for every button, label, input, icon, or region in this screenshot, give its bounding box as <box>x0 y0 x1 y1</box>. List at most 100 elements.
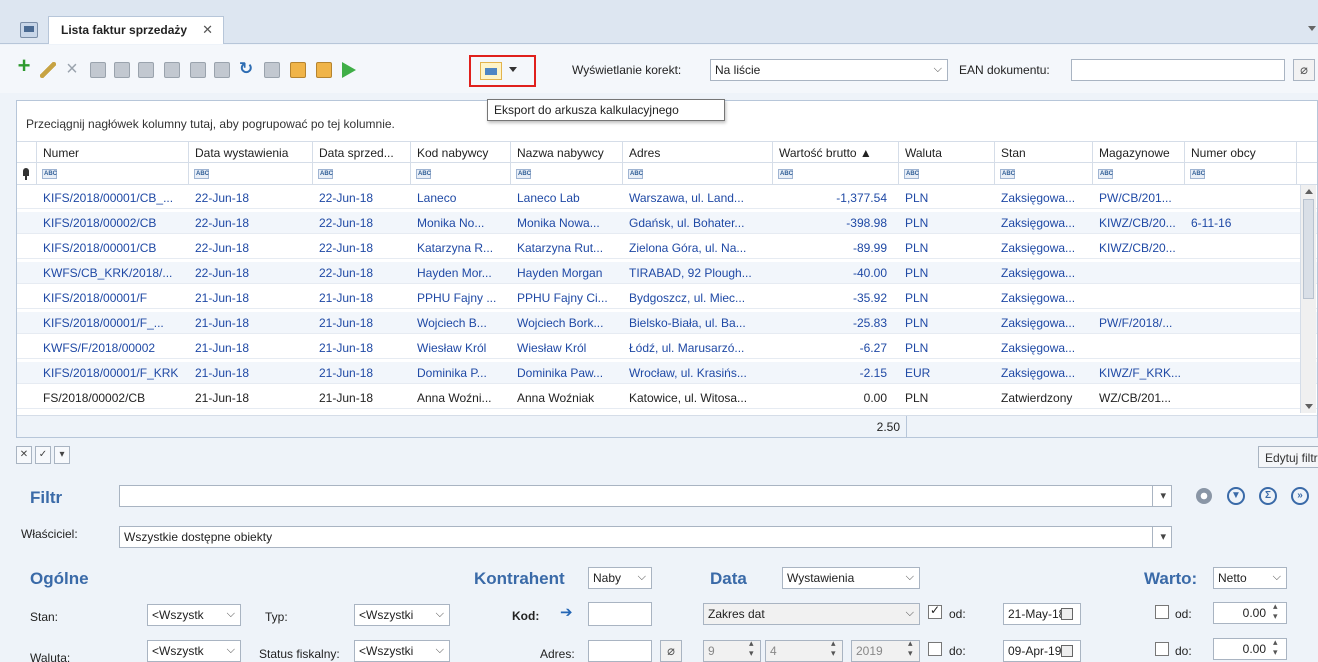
currency-select[interactable]: <Wszystk ⌵ <box>147 640 241 662</box>
address-input[interactable] <box>588 640 652 662</box>
code-input[interactable] <box>588 602 652 626</box>
delete-icon[interactable]: × <box>64 59 80 79</box>
generate-icon[interactable] <box>114 62 130 78</box>
table-cell: 22-Jun-18 <box>319 266 374 280</box>
clear-filter-icon[interactable]: ✕ <box>16 446 32 464</box>
settings-gear-icon[interactable] <box>1196 488 1212 504</box>
table-cell: KWFS/F/2018/00002 <box>43 341 156 355</box>
window-menu-icon[interactable] <box>20 22 38 38</box>
filter-cell-number[interactable]: ABC <box>37 163 189 185</box>
filter-cell-warehouse[interactable]: ABC <box>1093 163 1185 185</box>
refresh-icon[interactable]: ↻ <box>238 60 254 77</box>
type-select[interactable]: <Wszystki ⌵ <box>354 604 450 626</box>
filter-expression-dropdown[interactable]: ▾ <box>1152 485 1172 507</box>
column-header-buyer-name[interactable]: Nazwa nabywcy <box>511 142 623 163</box>
column-header-buyer-code[interactable]: Kod nabywcy <box>411 142 511 163</box>
copy-icon[interactable] <box>90 62 106 78</box>
edit-filter-button[interactable]: Edytuj filtr <box>1258 446 1318 468</box>
column-header-address[interactable]: Adres <box>623 142 773 163</box>
month-spin[interactable] <box>746 638 760 660</box>
table-row[interactable]: KIFS/2018/00001/CB_... 22-Jun-18 22-Jun-18… <box>17 187 1317 209</box>
grid-scrollbar[interactable] <box>1300 185 1316 413</box>
contractor-type-select[interactable]: Naby ⌵ <box>588 567 652 589</box>
table-row[interactable]: KIFS/2018/00001/CB 22-Jun-18 22-Jun-18 Kata… <box>17 237 1317 259</box>
fiscal-status-select[interactable]: <Wszystki ⌵ <box>354 640 450 662</box>
corrections-select[interactable]: Na liście ⌵ <box>710 59 948 81</box>
expand-icon[interactable]: » <box>1291 487 1309 505</box>
table-row[interactable]: KWFS/CB_KRK/2018/... 22-Jun-18 22-Jun-18 Ha… <box>17 262 1317 284</box>
filter-cell-sale-date[interactable]: ABC <box>313 163 411 185</box>
link-icon[interactable] <box>264 62 280 78</box>
list-icon[interactable] <box>214 62 230 78</box>
tab-sales-invoices[interactable]: Lista faktur sprzedaży ✕ <box>48 16 224 44</box>
cancel-doc-icon[interactable] <box>164 62 180 78</box>
scroll-down-icon[interactable] <box>1305 404 1313 409</box>
year-spin[interactable] <box>905 638 919 660</box>
amount-from-checkbox[interactable] <box>1155 605 1169 619</box>
column-header-warehouse[interactable]: Magazynowe <box>1093 142 1185 163</box>
edit-icon[interactable] <box>40 62 56 78</box>
summary-row: 2.50 <box>17 415 1317 438</box>
filter-cell-external-number[interactable]: ABC <box>1185 163 1297 185</box>
close-icon[interactable]: ✕ <box>202 22 213 38</box>
filter-cell-buyer-code[interactable]: ABC <box>411 163 511 185</box>
column-header-currency[interactable]: Waluta <box>899 142 995 163</box>
chevron-down-icon[interactable] <box>509 67 517 72</box>
column-header-status[interactable]: Stan <box>995 142 1093 163</box>
owner-dropdown[interactable]: ▾ <box>1152 526 1172 548</box>
ean-input[interactable] <box>1071 59 1285 81</box>
spreadsheet-export-icon[interactable] <box>480 62 502 80</box>
amount-to-spin[interactable] <box>1270 637 1284 659</box>
date-from-checkbox[interactable] <box>928 603 942 619</box>
table-row[interactable]: KIFS/2018/00001/F 21-Jun-18 21-Jun-18 PPHU … <box>17 287 1317 309</box>
date-to-checkbox[interactable] <box>928 642 942 656</box>
filter-cell-currency[interactable]: ABC <box>899 163 995 185</box>
filter-cell-issue-date[interactable]: ABC <box>189 163 313 185</box>
clear-ean-button[interactable]: ⌀ <box>1293 59 1315 81</box>
status-select[interactable]: <Wszystk ⌵ <box>147 604 241 626</box>
calendar-icon[interactable] <box>1061 645 1073 657</box>
table-cell: 21-Jun-18 <box>319 291 374 305</box>
table-row[interactable]: KIFS/2018/00002/CB 22-Jun-18 22-Jun-18 Moni… <box>17 212 1317 234</box>
column-header-external-number[interactable]: Numer obcy <box>1185 142 1297 163</box>
table-row[interactable]: KIFS/2018/00001/F_... 21-Jun-18 21-Jun-18 W… <box>17 312 1317 334</box>
column-header-gross-value[interactable]: Wartość brutto ▲ <box>773 142 899 163</box>
column-header-issue-date[interactable]: Data wystawienia <box>189 142 313 163</box>
owner-select[interactable]: Wszystkie dostępne obiekty <box>119 526 1172 548</box>
table-row[interactable]: KIFS/2018/00001/F_KRK 21-Jun-18 21-Jun-18 D… <box>17 362 1317 384</box>
net-gross-select[interactable]: Netto ⌵ <box>1213 567 1287 589</box>
filter-cell-status[interactable]: ABC <box>995 163 1093 185</box>
sum-icon[interactable]: Σ <box>1259 487 1277 505</box>
table-row[interactable]: KWFS/F/2018/00002 21-Jun-18 21-Jun-18 Wiesł… <box>17 337 1317 359</box>
filter-row-pin <box>17 163 37 185</box>
add-icon[interactable]: + <box>16 55 32 77</box>
date-range-select[interactable]: Zakres dat ⌵ <box>703 603 920 625</box>
filter-history-chevron-icon[interactable]: ▾ <box>54 446 70 464</box>
date-type-select[interactable]: Wystawienia ⌵ <box>782 567 920 589</box>
table-cell: PLN <box>905 316 929 330</box>
export-doc-icon[interactable] <box>290 62 306 78</box>
filter-cell-buyer-name[interactable]: ABC <box>511 163 623 185</box>
approve-icon[interactable] <box>190 62 206 78</box>
owner-label: Właściciel: <box>21 527 78 541</box>
clear-address-button[interactable]: ⌀ <box>660 640 682 662</box>
filter-cell-address[interactable]: ABC <box>623 163 773 185</box>
filter-cell-gross-value[interactable]: ABC <box>773 163 899 185</box>
column-header-number[interactable]: Numer <box>37 142 189 163</box>
tab-overflow-icon[interactable] <box>1308 26 1316 31</box>
calendar-icon[interactable] <box>1061 608 1073 620</box>
transfer-icon[interactable] <box>316 62 332 78</box>
scroll-thumb[interactable] <box>1303 199 1314 299</box>
day-spin[interactable] <box>828 638 842 660</box>
table-row[interactable]: FS/2018/00002/CB 21-Jun-18 21-Jun-18 Anna W… <box>17 387 1317 409</box>
funnel-icon[interactable]: ▼ <box>1227 487 1245 505</box>
enable-filter-checkbox[interactable]: ✓ <box>35 446 51 464</box>
scroll-up-icon[interactable] <box>1305 189 1313 194</box>
amount-from-spin[interactable] <box>1270 601 1284 623</box>
run-icon[interactable] <box>342 62 356 78</box>
amount-to-checkbox[interactable] <box>1155 642 1169 656</box>
print-icon[interactable] <box>138 62 154 78</box>
filter-expression-input[interactable] <box>119 485 1170 507</box>
arrow-right-icon[interactable]: ➔ <box>560 603 573 621</box>
column-header-sale-date[interactable]: Data sprzed... <box>313 142 411 163</box>
